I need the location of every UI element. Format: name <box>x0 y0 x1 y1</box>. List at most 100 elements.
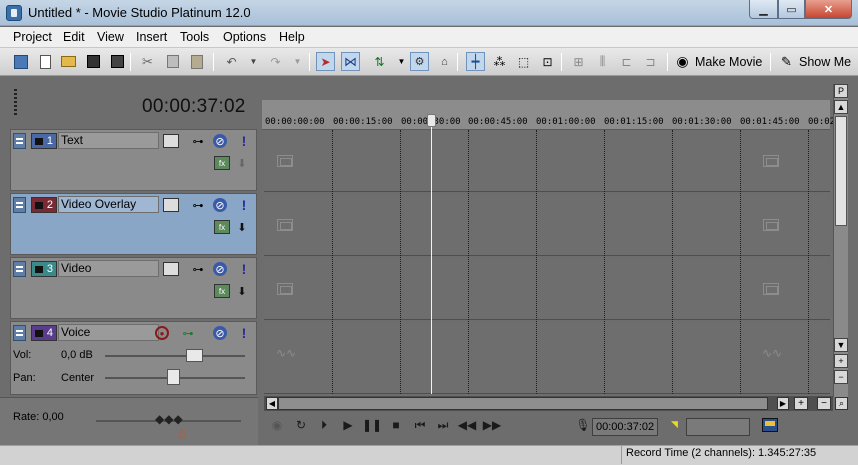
expand-arrow-icon[interactable]: ⬇ <box>235 220 249 234</box>
vertical-scroll-thumb[interactable] <box>835 116 847 226</box>
track-header-video-overlay[interactable]: 2 Video Overlay ⊶ ⊘ ! fx ⬇ <box>10 193 257 255</box>
scroll-down-icon[interactable]: ▼ <box>834 338 848 352</box>
record-icon[interactable]: ◉ <box>268 417 286 433</box>
menu-options[interactable]: Options <box>223 30 266 44</box>
selection-icon[interactable]: ⇅ <box>370 52 389 71</box>
lock-envelope-icon[interactable]: ⌂ <box>435 52 454 71</box>
timeline-lane-voice[interactable] <box>264 322 830 394</box>
scroll-up-icon[interactable]: ▲ <box>834 100 848 114</box>
selection-dropdown-icon[interactable]: ▼ <box>392 52 411 71</box>
vol-slider-thumb[interactable] <box>186 349 203 362</box>
timeline-lane-text[interactable] <box>264 130 830 192</box>
timeline-lane-video-overlay[interactable] <box>264 194 830 256</box>
select-icon[interactable]: ⬚ <box>514 52 533 71</box>
menu-project[interactable]: Project <box>13 30 52 44</box>
mute-icon[interactable]: ⊘ <box>213 134 227 148</box>
open-icon[interactable] <box>59 52 78 71</box>
solo-icon[interactable]: ! <box>239 133 249 149</box>
new-icon[interactable] <box>36 52 55 71</box>
solo-icon[interactable]: ! <box>239 325 249 341</box>
make-movie-icon[interactable]: ◉ <box>673 52 692 71</box>
arm-record-icon[interactable]: ● <box>155 326 169 340</box>
compositing-mode-icon[interactable]: ⊶ <box>189 262 207 276</box>
zoom-tool-icon[interactable]: ⌕ <box>835 397 848 410</box>
zoom-icon[interactable]: ⊡ <box>538 52 557 71</box>
expand-arrow-icon[interactable]: ⬇ <box>235 156 249 170</box>
zoom-out-vertical-icon[interactable]: − <box>834 370 848 384</box>
next-frame-icon[interactable]: ▶▶ <box>483 417 501 433</box>
track-header-voice[interactable]: 4 Voice ● ⊶ ⊘ ! Vol: 0,0 dB Pan: Center <box>10 321 257 395</box>
snap-icon[interactable]: ┿ <box>466 52 485 71</box>
track-name[interactable]: Text <box>58 132 159 149</box>
trim-icon[interactable]: ⊞ <box>569 52 588 71</box>
playhead-handle[interactable] <box>427 114 436 127</box>
horizontal-scroll-thumb[interactable] <box>278 397 768 410</box>
track-fx-icon[interactable]: ⊶ <box>179 326 197 340</box>
cursor-position-field[interactable]: 00:00:37:02 <box>592 418 658 436</box>
track-list-grip[interactable] <box>14 89 17 115</box>
time-ruler[interactable]: 00:00:00:00 00:00:15:00 00:00:30:00 00:0… <box>262 100 835 130</box>
minimize-button[interactable]: ▁ <box>749 0 778 19</box>
compositing-mode-icon[interactable]: ⊶ <box>189 198 207 212</box>
scroll-left-icon[interactable]: ◀ <box>266 397 278 410</box>
go-to-end-icon[interactable]: ⏭ <box>434 417 452 433</box>
pause-icon[interactable]: ❚❚ <box>362 417 382 433</box>
track-motion-icon[interactable] <box>163 198 179 212</box>
track-minimize-icon[interactable] <box>13 133 26 149</box>
track-motion-icon[interactable] <box>163 262 179 276</box>
make-movie-button[interactable]: Make Movie <box>695 55 762 69</box>
auto-ripple-icon[interactable]: ⚙ <box>410 52 429 71</box>
track-fx-icon[interactable]: fx <box>214 156 230 170</box>
stop-icon[interactable]: ■ <box>387 417 405 433</box>
mute-icon[interactable]: ⊘ <box>213 198 227 212</box>
maximize-button[interactable]: ▭ <box>778 0 805 19</box>
menu-view[interactable]: View <box>97 30 124 44</box>
render-icon[interactable] <box>108 52 127 71</box>
solo-icon[interactable]: ! <box>239 197 249 213</box>
mute-icon[interactable]: ⊘ <box>213 326 227 340</box>
rate-slider-thumb[interactable]: ◆◆◆ <box>155 412 183 426</box>
paste-icon[interactable] <box>187 52 206 71</box>
play-icon[interactable]: ▶ <box>339 417 357 433</box>
zoom-out-icon[interactable]: − <box>817 397 831 410</box>
show-me-button[interactable]: Show Me <box>799 55 851 69</box>
normal-edit-icon[interactable]: ➤ <box>316 52 335 71</box>
save-icon[interactable] <box>84 52 103 71</box>
pan-slider-thumb[interactable] <box>167 369 180 385</box>
track-minimize-icon[interactable] <box>13 197 26 213</box>
trim-end-icon[interactable]: ⊐ <box>641 52 660 71</box>
redo-icon[interactable]: ↷ <box>266 52 285 71</box>
loop-playback-icon[interactable]: ↻ <box>292 417 310 433</box>
marker-button-icon[interactable]: P <box>834 84 848 98</box>
scroll-right-icon[interactable]: ▶ <box>777 397 789 410</box>
preview-icon[interactable] <box>762 418 778 432</box>
menu-edit[interactable]: Edit <box>63 30 85 44</box>
track-name[interactable]: Voice <box>58 324 159 341</box>
playhead-line[interactable] <box>431 116 432 394</box>
cut-icon[interactable]: ✂ <box>138 52 157 71</box>
selection-length-field[interactable] <box>686 418 750 436</box>
split-icon[interactable]: ⫼ <box>593 52 612 71</box>
undo-dropdown-icon[interactable]: ▼ <box>244 52 263 71</box>
copy-icon[interactable] <box>163 52 182 71</box>
track-motion-icon[interactable] <box>163 134 179 148</box>
menu-tools[interactable]: Tools <box>180 30 209 44</box>
redo-dropdown-icon[interactable]: ▼ <box>288 52 307 71</box>
track-name[interactable]: Video <box>58 260 159 277</box>
compositing-mode-icon[interactable]: ⊶ <box>189 134 207 148</box>
timeline-lane-video[interactable] <box>264 258 830 320</box>
track-fx-icon[interactable]: fx <box>214 284 230 298</box>
mute-icon[interactable]: ⊘ <box>213 262 227 276</box>
properties-icon[interactable] <box>11 52 30 71</box>
solo-icon[interactable]: ! <box>239 261 249 277</box>
microphone-icon[interactable]: 🎙 <box>574 417 592 433</box>
zoom-in-vertical-icon[interactable]: + <box>834 354 848 368</box>
undo-icon[interactable]: ↶ <box>222 52 241 71</box>
enable-crossfade-icon[interactable]: ⁂ <box>490 52 509 71</box>
previous-frame-icon[interactable]: ◀◀ <box>458 417 476 433</box>
show-me-icon[interactable]: ✎ <box>777 52 796 71</box>
trim-start-icon[interactable]: ⊏ <box>617 52 636 71</box>
expand-arrow-icon[interactable]: ⬇ <box>235 284 249 298</box>
track-minimize-icon[interactable] <box>13 261 26 277</box>
zoom-in-icon[interactable]: + <box>794 397 808 410</box>
